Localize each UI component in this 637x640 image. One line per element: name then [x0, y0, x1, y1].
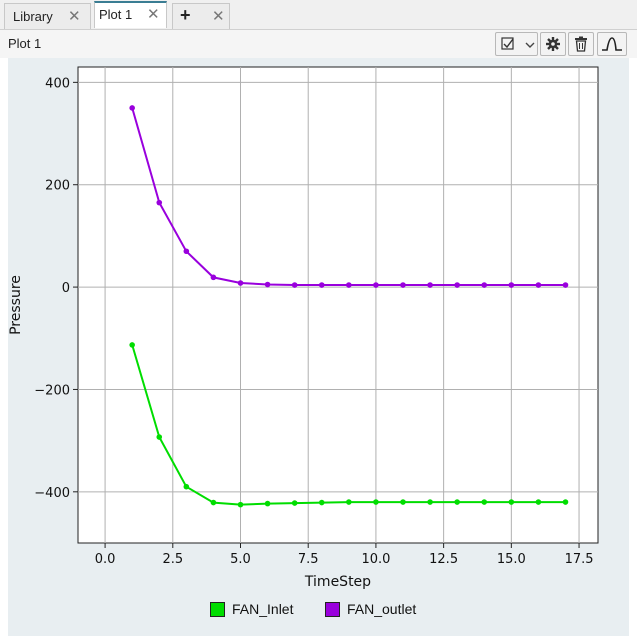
series-select-dropdown[interactable]: [495, 32, 538, 56]
y-tick-label: −400: [34, 486, 70, 501]
data-point[interactable]: [562, 499, 569, 505]
data-point[interactable]: [264, 500, 271, 507]
data-point[interactable]: [129, 342, 135, 348]
data-point[interactable]: [508, 282, 515, 288]
y-tick-label: 0: [62, 281, 70, 296]
x-tick-label: 10.0: [361, 552, 390, 567]
x-axis-label: TimeStep: [304, 574, 371, 590]
data-point[interactable]: [400, 499, 406, 505]
close-icon[interactable]: ✕: [147, 5, 160, 23]
data-point[interactable]: [427, 499, 433, 505]
legend-swatch: [210, 602, 225, 617]
data-point[interactable]: [237, 280, 244, 286]
y-axis-label: Pressure: [8, 275, 24, 335]
data-point[interactable]: [535, 499, 542, 505]
data-point[interactable]: [183, 483, 190, 490]
close-icon[interactable]: ✕: [68, 7, 81, 25]
data-point[interactable]: [318, 282, 325, 288]
waveform-icon: [602, 37, 622, 51]
data-point[interactable]: [535, 282, 542, 288]
settings-icon: [546, 37, 560, 51]
data-point[interactable]: [210, 274, 217, 281]
chevron-down-icon: [525, 42, 535, 48]
plus-icon[interactable]: +: [180, 5, 191, 26]
trash-icon: [575, 36, 587, 52]
tab-bar: Library ✕ Plot 1 ✕ + ✕: [0, 0, 637, 30]
data-point[interactable]: [291, 282, 298, 288]
tab-new-plot[interactable]: + ✕: [172, 3, 230, 29]
plot-area: [77, 66, 599, 544]
data-point[interactable]: [373, 282, 379, 288]
checkbox-icon: [501, 37, 514, 50]
legend-label: FAN_Inlet: [232, 601, 294, 617]
tab-plot-1[interactable]: Plot 1 ✕: [94, 1, 167, 28]
y-tick-label: −200: [34, 383, 70, 398]
tab-library-label: Library: [13, 9, 53, 24]
data-point[interactable]: [346, 499, 352, 505]
data-point[interactable]: [237, 501, 244, 508]
x-tick-label: 12.5: [429, 552, 458, 567]
data-point[interactable]: [183, 248, 190, 255]
data-point[interactable]: [481, 499, 488, 505]
data-point[interactable]: [400, 282, 406, 288]
data-point[interactable]: [481, 282, 488, 288]
tab-plot-1-label: Plot 1: [99, 7, 133, 22]
legend: FAN_Inlet FAN_outlet: [8, 598, 629, 622]
x-tick-label: 15.0: [497, 552, 526, 567]
y-tick-label: 400: [45, 76, 70, 91]
data-point[interactable]: [346, 282, 352, 288]
x-tick-label: 2.5: [162, 552, 183, 567]
data-point[interactable]: [318, 499, 325, 506]
close-icon[interactable]: ✕: [212, 7, 225, 25]
data-point[interactable]: [508, 499, 515, 505]
data-point[interactable]: [129, 105, 135, 111]
x-tick-label: 17.5: [565, 552, 594, 567]
y-tick-label: 200: [45, 179, 70, 194]
y-axis-ticks: 400 200 0 −200 −400: [34, 76, 78, 501]
data-point[interactable]: [427, 282, 433, 288]
tab-library[interactable]: Library ✕: [4, 3, 91, 29]
data-point[interactable]: [454, 499, 460, 505]
data-point[interactable]: [156, 199, 163, 206]
data-point[interactable]: [562, 282, 569, 288]
data-point[interactable]: [210, 499, 217, 506]
data-point[interactable]: [264, 281, 271, 288]
plot-title: Plot 1: [8, 36, 42, 51]
plot-header: Plot 1: [0, 30, 637, 58]
legend-swatch: [325, 602, 340, 617]
data-point[interactable]: [156, 434, 163, 440]
x-tick-label: 0.0: [95, 552, 116, 567]
data-point[interactable]: [454, 282, 460, 288]
data-point[interactable]: [291, 500, 298, 506]
plot-panel: 0.0 2.5 5.0 7.5 10.0 12.5 15.0 17.5 400 200 0 −200…: [8, 58, 629, 636]
x-axis-ticks: 0.0 2.5 5.0 7.5 10.0 12.5 15.0 17.5: [95, 543, 594, 567]
line-chart[interactable]: 0.0 2.5 5.0 7.5 10.0 12.5 15.0 17.5 400 200 0 −200…: [8, 58, 629, 598]
x-tick-label: 7.5: [298, 552, 319, 567]
data-point[interactable]: [373, 499, 379, 505]
plot-style-button[interactable]: [597, 32, 627, 56]
x-tick-label: 5.0: [230, 552, 251, 567]
delete-button[interactable]: [568, 32, 594, 56]
legend-label: FAN_outlet: [347, 601, 417, 617]
settings-button[interactable]: [540, 32, 566, 56]
